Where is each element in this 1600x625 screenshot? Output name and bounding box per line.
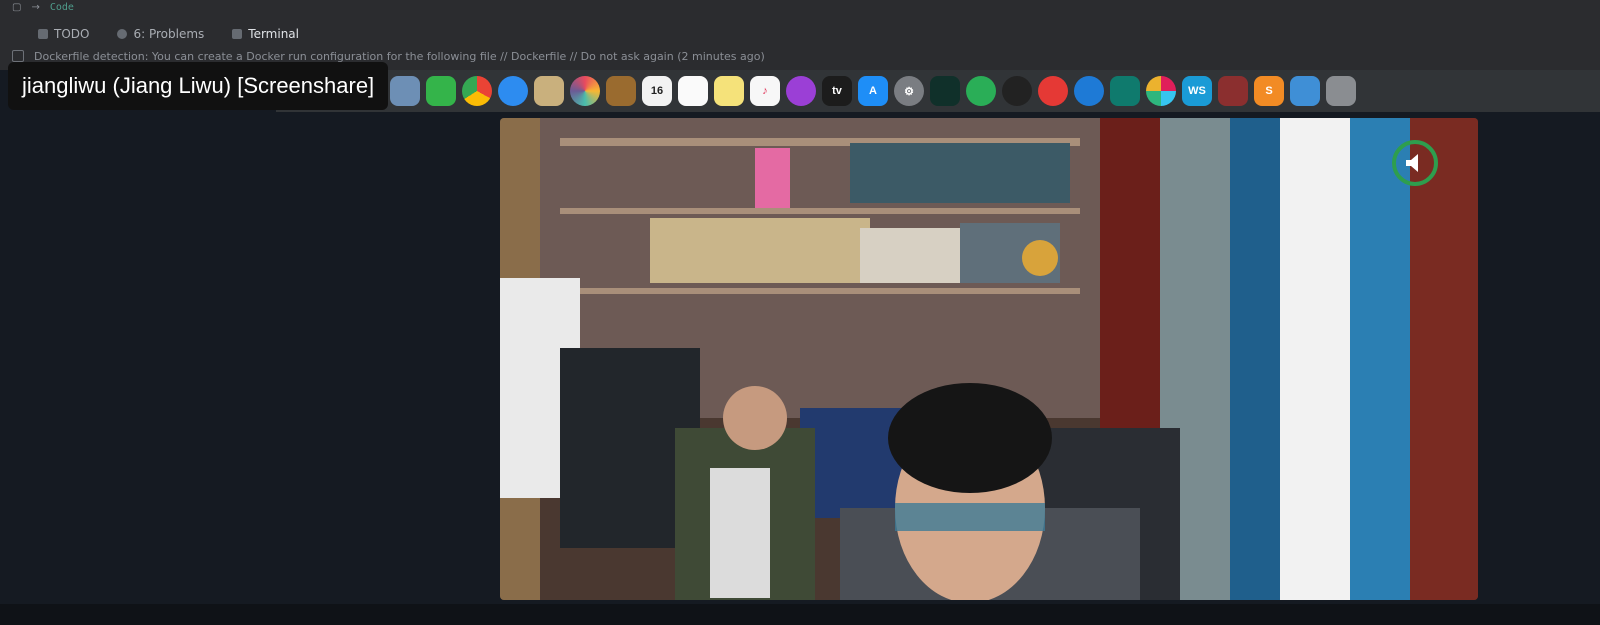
netease-music-icon[interactable] <box>1038 76 1068 106</box>
list-icon <box>38 29 48 39</box>
warning-icon <box>117 29 128 39</box>
webstorm-icon[interactable]: WS <box>1182 76 1212 106</box>
status-message[interactable]: Dockerfile detection: You can create a D… <box>34 50 765 63</box>
bottom-bar <box>0 604 1600 625</box>
tab-terminal[interactable]: Terminal <box>232 27 299 41</box>
podcasts-icon[interactable] <box>786 76 816 106</box>
sublime-text-icon[interactable]: S <box>1254 76 1284 106</box>
wechat-icon[interactable] <box>966 76 996 106</box>
speaker-icon <box>1406 154 1418 172</box>
code-hint: Code <box>49 1 74 13</box>
folder-icon[interactable] <box>1290 76 1320 106</box>
fork-icon[interactable] <box>1074 76 1104 106</box>
notebook-icon[interactable] <box>606 76 636 106</box>
slack-icon[interactable] <box>1146 76 1176 106</box>
apple-tv-icon[interactable]: tv <box>822 76 852 106</box>
chrome-icon[interactable] <box>462 76 492 106</box>
arrow-icon: → <box>31 1 40 13</box>
trash-icon[interactable] <box>1326 76 1356 106</box>
speaker-indicator[interactable] <box>1392 140 1438 186</box>
gutter-icon: ▢ <box>12 1 22 13</box>
photos-icon[interactable] <box>570 76 600 106</box>
contacts-icon[interactable] <box>534 76 564 106</box>
app-store-icon[interactable]: A <box>858 76 888 106</box>
participant-video <box>500 118 1478 600</box>
tab-problems[interactable]: 6: Problems <box>117 27 204 41</box>
tab-todo[interactable]: TODO <box>38 27 89 41</box>
system-preferences-icon[interactable]: ⚙ <box>894 76 924 106</box>
terminal-icon <box>232 29 243 39</box>
facetime-icon[interactable] <box>426 76 456 106</box>
messages-icon[interactable] <box>498 76 528 106</box>
reminders-icon[interactable] <box>678 76 708 106</box>
qq-icon[interactable] <box>1002 76 1032 106</box>
music-icon[interactable]: ♪ <box>750 76 780 106</box>
ide-editor-strip: ▢ → Code <box>0 0 1600 14</box>
redis-icon[interactable] <box>1218 76 1248 106</box>
notes-icon[interactable] <box>714 76 744 106</box>
status-checkbox[interactable] <box>12 50 24 62</box>
tool-window-tabs: TODO 6: Problems Terminal <box>38 24 299 44</box>
macos-dock: ⊕ 16 ♪ tv A ⚙ WS S <box>276 70 1600 112</box>
stock-app-icon[interactable] <box>1110 76 1140 106</box>
presenter-label: jiangliwu (Jiang Liwu) [Screenshare] <box>8 62 389 110</box>
preview-icon[interactable] <box>390 76 420 106</box>
webcam-scene <box>500 118 1478 600</box>
calendar-icon[interactable]: 16 <box>642 76 672 106</box>
ide-window: ▢ → Code TODO 6: Problems Terminal Docke… <box>0 0 1600 70</box>
activity-monitor-icon[interactable] <box>930 76 960 106</box>
